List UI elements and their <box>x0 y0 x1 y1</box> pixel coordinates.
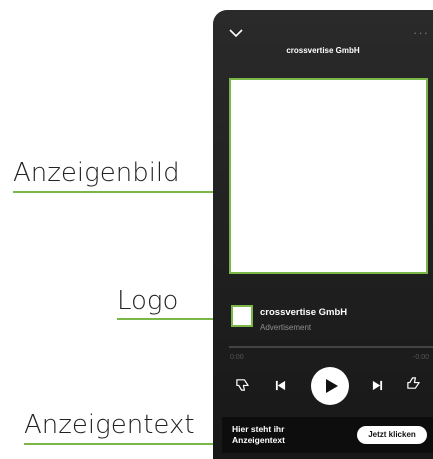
ad-image <box>229 78 428 274</box>
time-elapsed: 0:00 <box>230 354 244 361</box>
annotation-logo-label: Logo <box>117 286 179 316</box>
advertiser-name: crossvertise GmbH <box>260 307 348 318</box>
time-remaining: -0:00 <box>413 354 429 361</box>
ad-text: Hier steht ihr Anzeigentext <box>232 424 285 445</box>
player-title: crossvertise GmbH <box>286 46 360 55</box>
annotation-ad-image-label: Anzeigenbild <box>13 158 180 188</box>
chevron-down-icon[interactable] <box>229 28 243 38</box>
next-icon[interactable] <box>372 380 383 391</box>
more-icon[interactable]: ··· <box>413 25 429 40</box>
annotation-ad-image-line <box>13 191 231 193</box>
progress-bar[interactable] <box>229 346 433 348</box>
play-icon <box>326 379 338 393</box>
ad-banner: Hier steht ihr Anzeigentext Jetzt klicke… <box>222 417 433 453</box>
thumbs-up-icon[interactable] <box>406 376 421 391</box>
play-button[interactable] <box>311 367 349 405</box>
cta-button[interactable]: Jetzt klicken <box>357 426 427 444</box>
thumbs-down-icon[interactable] <box>235 377 250 392</box>
annotation-ad-text-label: Anzeigentext <box>24 410 195 440</box>
ad-logo <box>231 305 253 327</box>
player-screen: ··· crossvertise GmbH crossvertise GmbH … <box>213 10 433 459</box>
advertisement-label: Advertisement <box>260 323 312 332</box>
annotation-ad-text-line <box>24 443 236 445</box>
previous-icon[interactable] <box>275 380 286 391</box>
